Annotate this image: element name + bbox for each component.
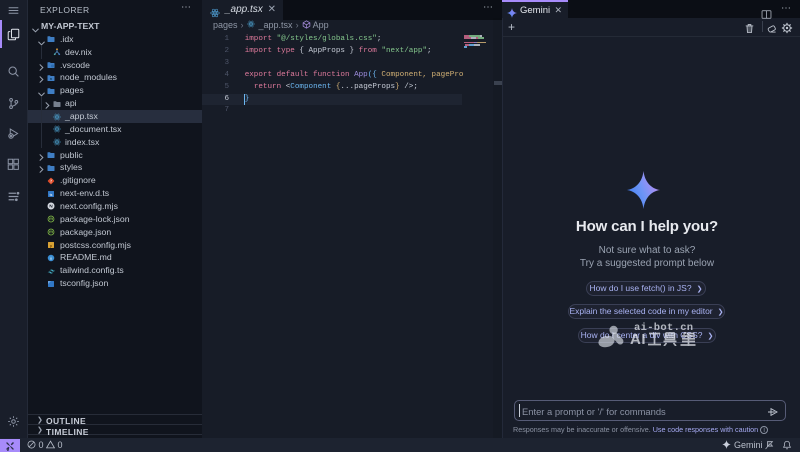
svg-text:ts: ts [50, 192, 53, 196]
svg-text:p: p [50, 244, 52, 248]
